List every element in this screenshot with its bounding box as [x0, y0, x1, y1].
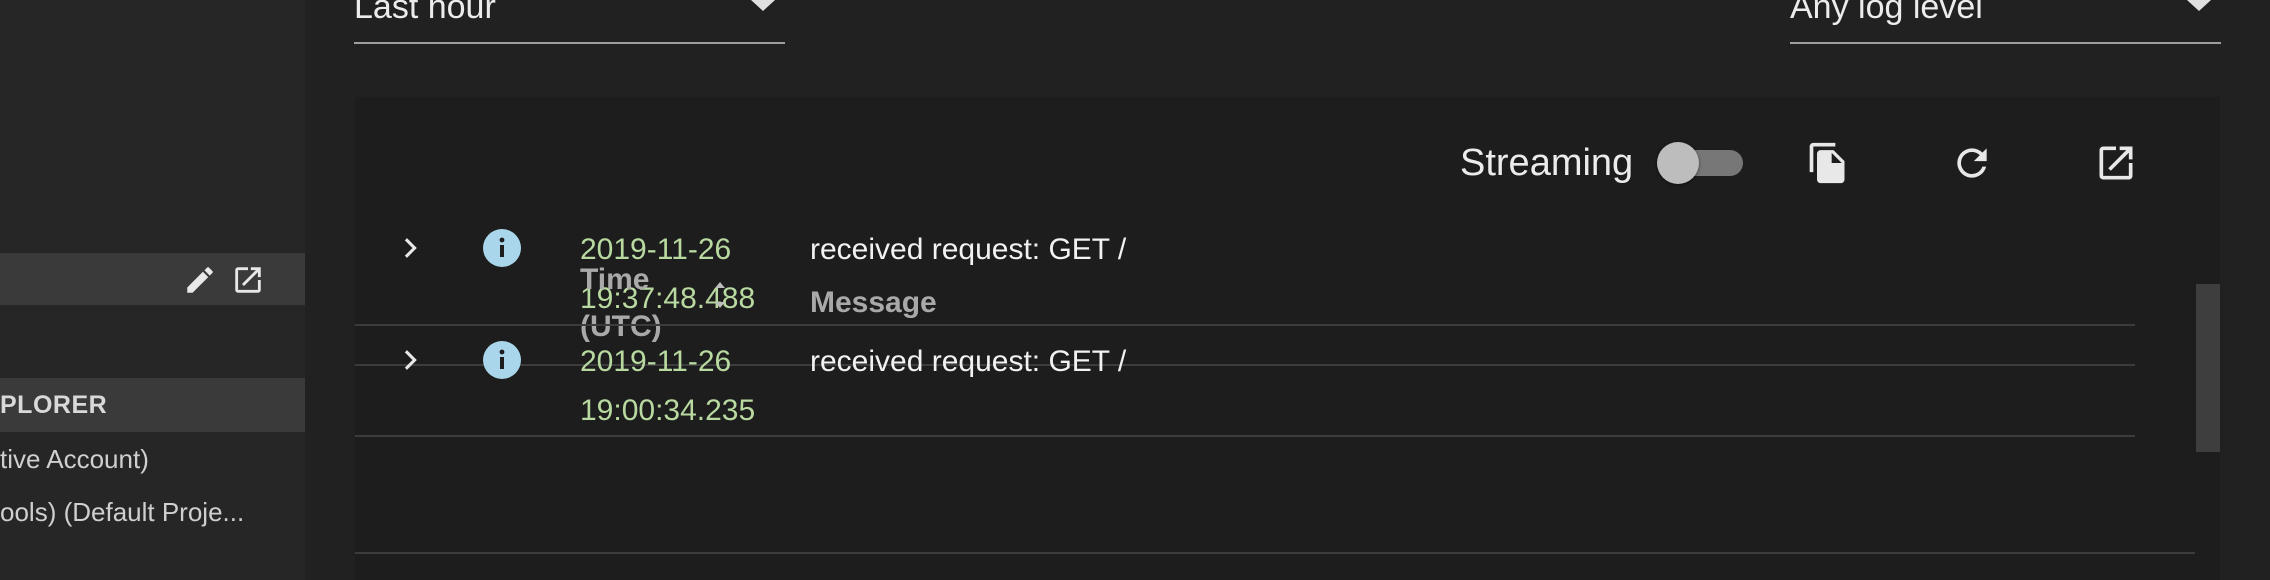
time-column-header[interactable]: Time (UTC) — [580, 256, 680, 350]
log-date: 2019-11-26 — [580, 345, 732, 378]
info-icon — [483, 229, 521, 267]
open-in-new-icon[interactable] — [231, 263, 265, 297]
copy-icon[interactable] — [1806, 141, 1850, 185]
info-icon — [483, 341, 521, 379]
streaming-label: Streaming — [1460, 142, 1634, 184]
chevron-down-icon — [751, 0, 775, 11]
expand-row-icon[interactable] — [396, 345, 424, 380]
message-column-header[interactable]: Message — [810, 280, 937, 326]
log-time: 19:00:34.235 — [580, 394, 756, 427]
log-level-select[interactable]: Any log level — [1790, 0, 2221, 44]
open-in-new-icon[interactable] — [2094, 141, 2138, 185]
chevron-down-icon — [2187, 0, 2211, 11]
sidebar-item-label: tive Account) — [0, 444, 149, 474]
row-divider — [355, 435, 2135, 437]
sidebar-item-project[interactable]: ools) (Default Proje... — [0, 493, 305, 533]
time-range-value: Last hour — [354, 0, 496, 26]
sidebar-item-account[interactable]: tive Account) — [0, 440, 305, 480]
sidebar: PLORER tive Account) ools) (Default Proj… — [0, 0, 305, 580]
column-resize-icon[interactable] — [712, 280, 728, 315]
pencil-icon[interactable] — [183, 263, 217, 297]
refresh-icon[interactable] — [1950, 141, 1994, 185]
sidebar-section-explorer[interactable]: PLORER — [0, 378, 305, 432]
panel-footer-divider — [355, 552, 2195, 554]
row-divider — [355, 324, 2135, 326]
sidebar-section-title: PLORER — [0, 391, 108, 419]
time-range-select[interactable]: Last hour — [354, 0, 785, 44]
streaming-toggle[interactable] — [1657, 142, 1745, 184]
log-message: received request: GET / — [810, 233, 1127, 266]
log-message: received request: GET / — [810, 345, 1127, 378]
toggle-thumb — [1657, 142, 1699, 184]
sidebar-item-label: ools) (Default Proje... — [0, 497, 245, 527]
log-level-value: Any log level — [1790, 0, 1983, 26]
vertical-scrollbar[interactable] — [2196, 284, 2220, 452]
sidebar-selected-item[interactable] — [0, 253, 305, 305]
expand-row-icon[interactable] — [396, 233, 424, 268]
